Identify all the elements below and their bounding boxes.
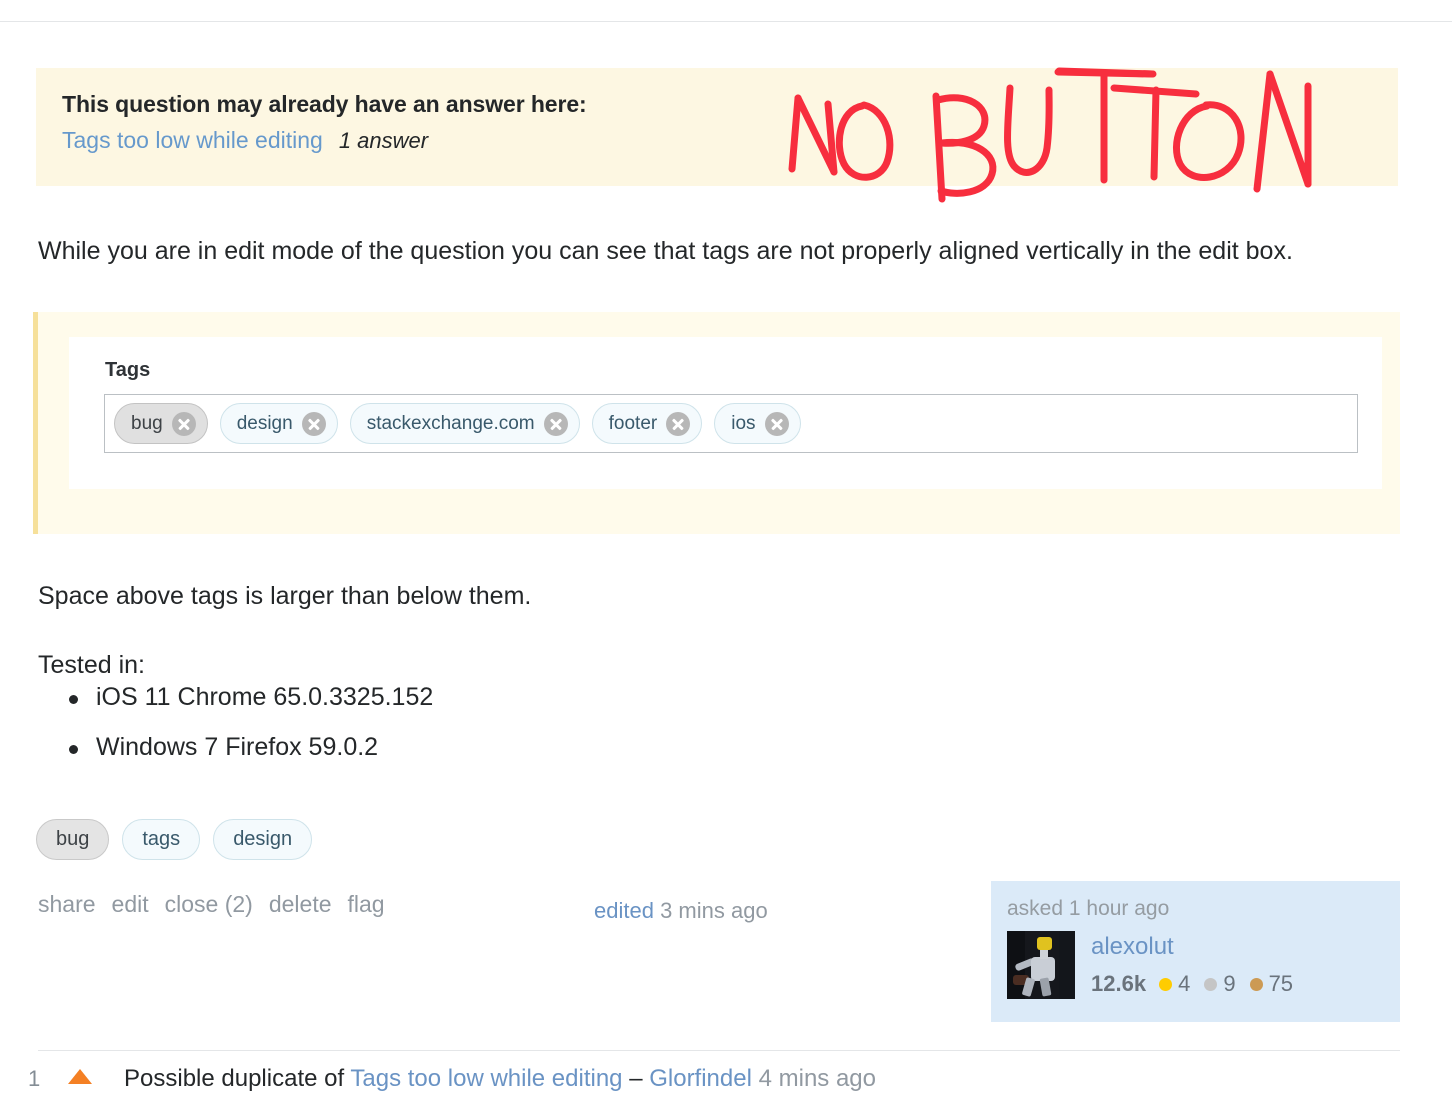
comment-duplicate-link[interactable]: Tags too low while editing (350, 1065, 622, 1092)
comment-prefix: Possible duplicate of (124, 1065, 351, 1092)
editor-tag-token[interactable]: stackexchange.com (349, 403, 580, 444)
tested-environments-list: iOS 11 Chrome 65.0.3325.152 Windows 7 Fi… (38, 683, 433, 782)
upvote-arrow-icon[interactable] (68, 1069, 92, 1084)
duplicate-question-link[interactable]: Tags too low while editing (62, 127, 323, 153)
editor-tag-token[interactable]: ios (714, 403, 801, 444)
editor-tag-label: footer (608, 412, 658, 434)
bronze-badge-count: 75 (1268, 971, 1294, 996)
embedded-screenshot-image: Tags bug design stackexchange.com footer (69, 337, 1382, 489)
comment-time: 4 mins ago (751, 1065, 877, 1092)
avatar[interactable] (1007, 931, 1075, 999)
close-link[interactable]: close (2) (165, 891, 253, 918)
reputation-score: 12.6k (1091, 971, 1147, 996)
bronze-badge-group[interactable]: 75 (1249, 971, 1294, 997)
close-circle-icon[interactable] (666, 411, 691, 436)
duplicate-question-banner: This question may already have an answer… (36, 68, 1398, 186)
editor-tag-token[interactable]: bug (114, 403, 208, 444)
editor-tag-token[interactable]: footer (591, 403, 703, 444)
edited-time: 3 mins ago (660, 898, 768, 923)
post-blockquote-screenshot: Tags bug design stackexchange.com footer (33, 312, 1400, 534)
comment-dash: – (622, 1065, 650, 1092)
edit-link[interactable]: edit (112, 891, 149, 918)
post-tag-tags[interactable]: tags (122, 819, 201, 860)
page-top-divider (0, 21, 1452, 22)
edited-stamp: edited 3 mins ago (594, 898, 768, 924)
duplicate-answer-count: 1 answer (338, 127, 429, 153)
gold-badge-icon (1159, 977, 1173, 991)
list-item: iOS 11 Chrome 65.0.3325.152 (68, 683, 434, 711)
comment-score: 1 (28, 1066, 41, 1091)
post-action-links: share edit close (2) delete flag (38, 891, 385, 918)
edited-link[interactable]: edited (594, 898, 654, 923)
flag-link[interactable]: flag (348, 891, 385, 918)
silver-badge-group[interactable]: 9 (1204, 971, 1236, 997)
list-item: Windows 7 Firefox 59.0.2 (68, 733, 433, 763)
editor-tag-label: ios (731, 412, 756, 434)
post-after-quote-paragraph: Space above tags is larger than below th… (38, 582, 532, 610)
post-intro-paragraph: While you are in edit mode of the questi… (38, 237, 1293, 265)
silver-badge-icon (1204, 977, 1218, 991)
editor-tag-token[interactable]: design (219, 403, 338, 444)
gold-badge-count: 4 (1178, 971, 1191, 996)
tags-input-field[interactable]: bug design stackexchange.com footer ios (104, 394, 1358, 453)
comment-row: 1 Possible duplicate of Tags too low whi… (28, 1065, 876, 1093)
asked-time-label: asked 1 hour ago (1007, 897, 1170, 920)
close-circle-icon[interactable] (171, 411, 196, 436)
close-circle-icon[interactable] (301, 411, 326, 436)
editor-tag-label: design (236, 412, 293, 434)
duplicate-banner-subline: Tags too low while editing 1 answer (62, 126, 1398, 155)
user-profile-link[interactable]: alexolut (1091, 935, 1307, 959)
gold-badge-group[interactable]: 4 (1159, 971, 1190, 997)
delete-link[interactable]: delete (269, 891, 332, 918)
comments-divider (38, 1050, 1400, 1051)
close-circle-icon[interactable] (543, 411, 568, 436)
comment-author-link[interactable]: Glorfindel (649, 1065, 752, 1092)
post-tag-bug[interactable]: bug (36, 819, 110, 860)
post-tag-list: bug tags design (36, 819, 313, 860)
editor-tag-label: bug (131, 412, 163, 434)
post-tag-design[interactable]: design (213, 819, 313, 860)
editor-tag-label: stackexchange.com (366, 412, 535, 434)
silver-badge-count: 9 (1223, 971, 1236, 996)
close-circle-icon[interactable] (764, 411, 789, 436)
duplicate-banner-title: This question may already have an answer… (62, 91, 587, 117)
tags-token-row: bug design stackexchange.com footer ios (114, 403, 801, 444)
share-link[interactable]: share (38, 891, 96, 918)
comment-body: Possible duplicate of Tags too low while… (124, 1065, 876, 1093)
bronze-badge-icon (1249, 977, 1263, 991)
user-reputation-row: 12.6k 4 9 75 (1091, 971, 1307, 997)
post-tested-label: Tested in: (38, 651, 146, 679)
asked-user-card: asked 1 hour ago alexolut 12.6k 4 9 75 (991, 881, 1400, 1022)
tags-field-label: Tags (105, 359, 151, 381)
